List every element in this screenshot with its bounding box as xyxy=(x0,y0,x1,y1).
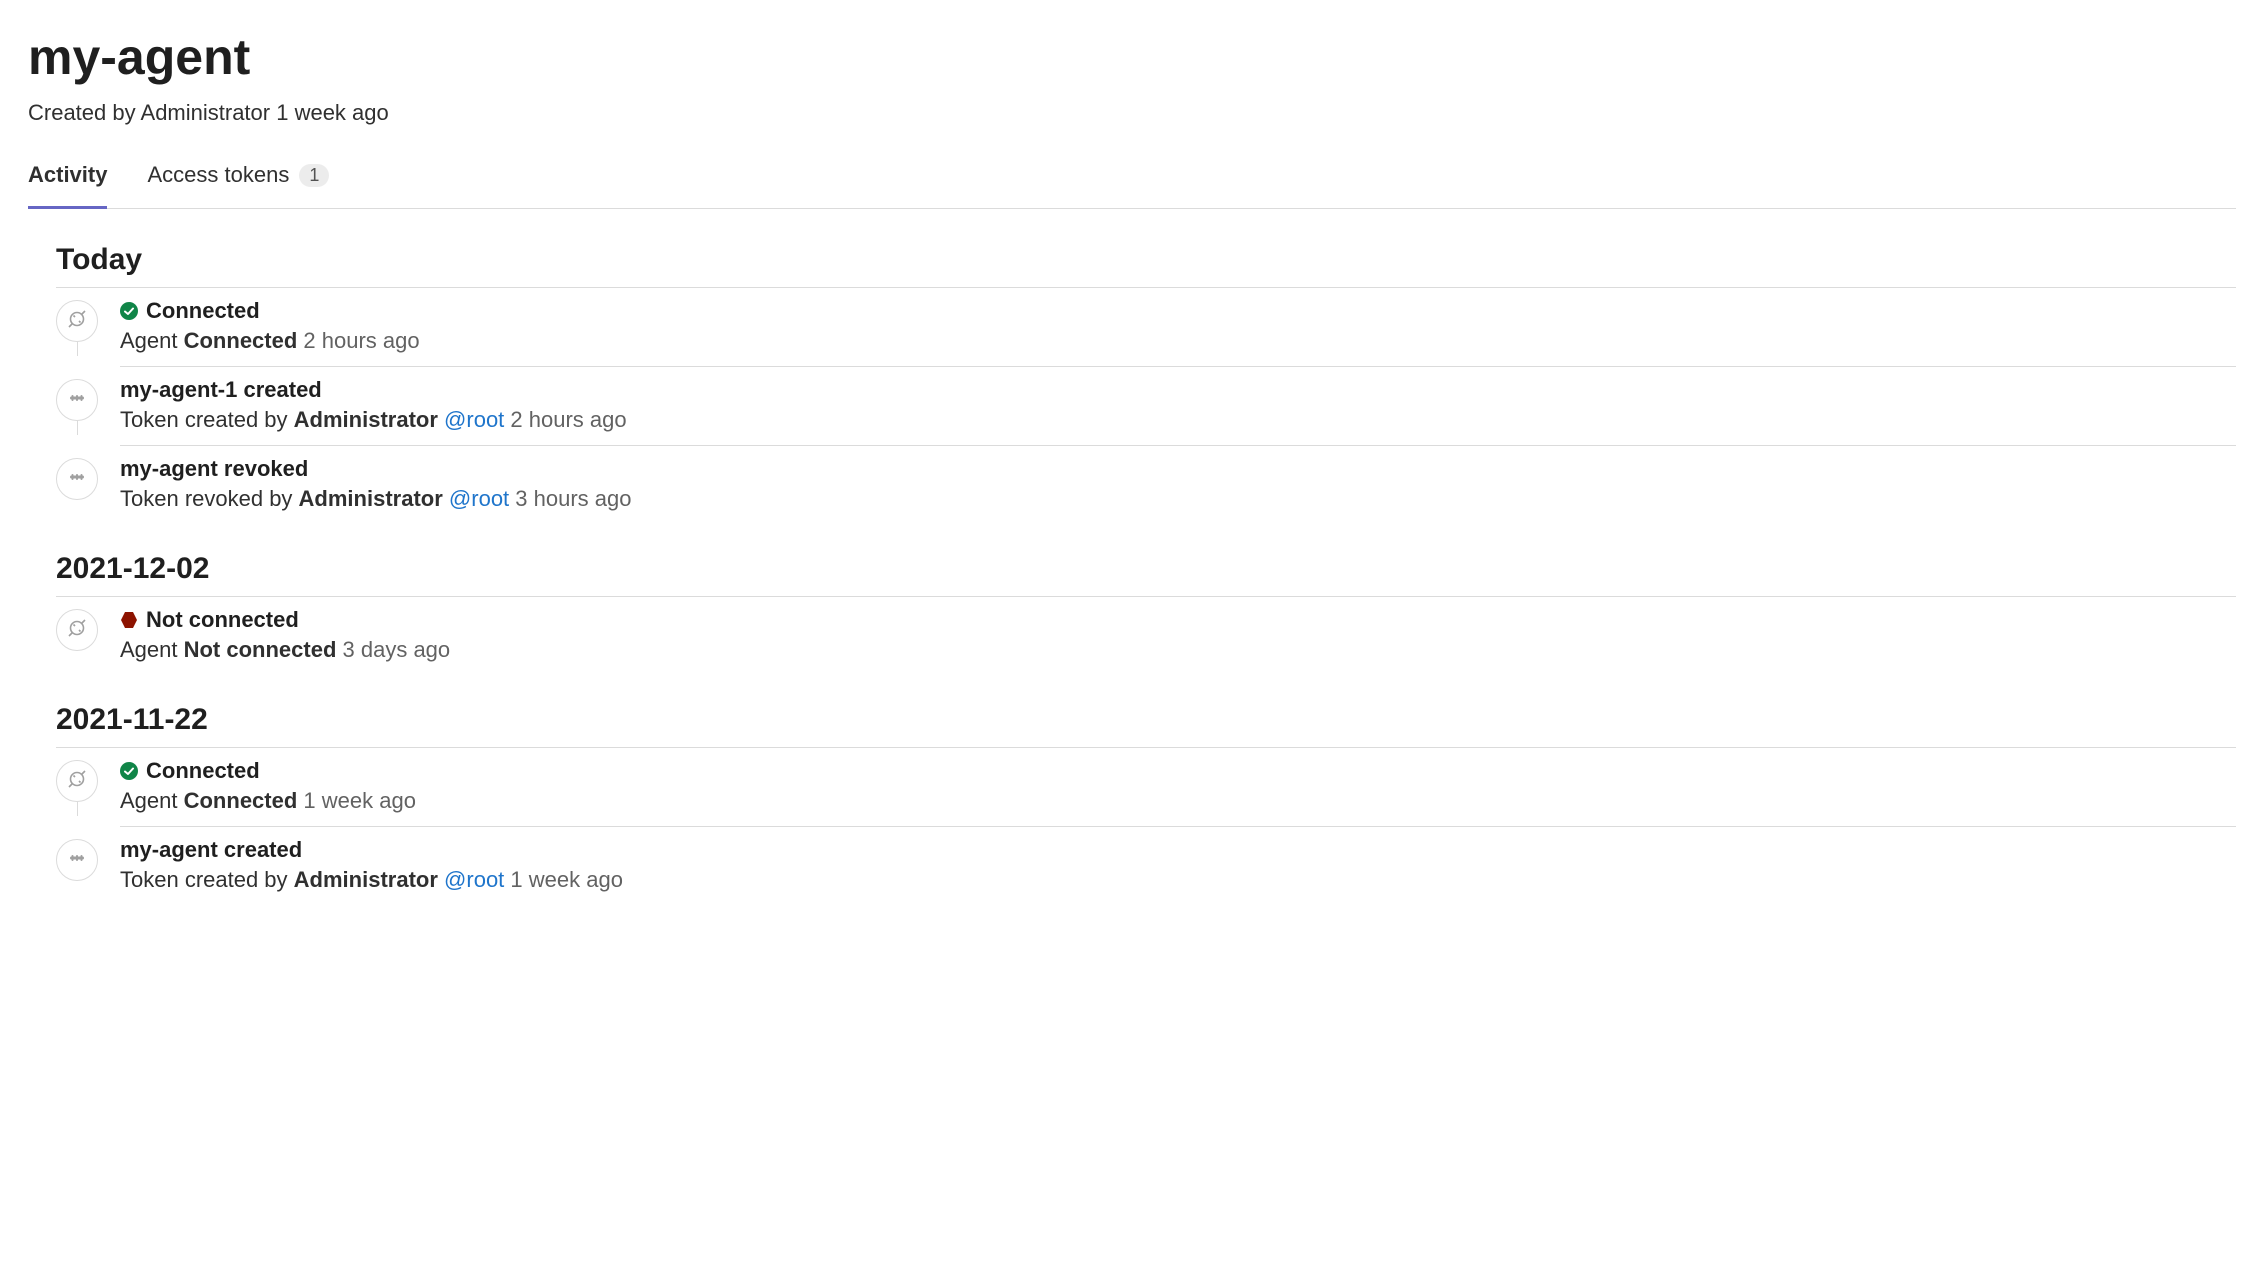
event-title: Connected xyxy=(120,758,2236,784)
tab-activity-label: Activity xyxy=(28,162,107,188)
event-description: Token created by Administrator @root 2 h… xyxy=(120,407,2236,433)
tabs: Activity Access tokens 1 xyxy=(28,162,2236,209)
event-user-link[interactable]: @root xyxy=(444,407,504,432)
status-bad-icon xyxy=(120,611,138,629)
event-row: my-agent revoked Token revoked by Adminis… xyxy=(56,446,2236,524)
event-row: ConnectedAgent Connected 1 week ago xyxy=(56,748,2236,827)
event-icon-wrap xyxy=(56,827,98,881)
event-title: my-agent-1 created xyxy=(120,377,2236,403)
event-title-text: my-agent created xyxy=(120,837,302,863)
event-desc-prefix: Token created by xyxy=(120,407,294,432)
event-icon-circle xyxy=(56,458,98,500)
event-time: 2 hours ago xyxy=(297,328,419,353)
status-ok-icon xyxy=(120,762,138,780)
event-desc-prefix: Agent xyxy=(120,788,184,813)
section-heading: Today xyxy=(56,243,2236,277)
event-title: Connected xyxy=(120,298,2236,324)
event-content: ConnectedAgent Connected 2 hours ago xyxy=(120,288,2236,367)
event-description: Token revoked by Administrator @root 3 h… xyxy=(120,486,2236,512)
event-icon-circle xyxy=(56,839,98,881)
event-icon-circle xyxy=(56,760,98,802)
subtitle-author: Administrator xyxy=(141,100,271,125)
event-connector xyxy=(77,802,78,816)
status-ok-icon xyxy=(120,302,138,320)
event-description: Token created by Administrator @root 1 w… xyxy=(120,867,2236,893)
event-desc-prefix: Token revoked by xyxy=(120,486,299,511)
event-content: ConnectedAgent Connected 1 week ago xyxy=(120,748,2236,827)
event-title-text: Connected xyxy=(146,758,260,784)
subtitle-time: 1 week ago xyxy=(270,100,389,125)
event-title-text: my-agent-1 created xyxy=(120,377,322,403)
event-connector xyxy=(77,342,78,356)
event-time: 1 week ago xyxy=(297,788,416,813)
event-list: ConnectedAgent Connected 2 hours agomy-a… xyxy=(56,288,2236,524)
event-desc-bold: Administrator xyxy=(294,407,438,432)
event-icon-wrap xyxy=(56,597,98,651)
event-content: my-agent revoked Token revoked by Adminis… xyxy=(120,446,2236,524)
access-tokens-count-badge: 1 xyxy=(299,164,329,187)
plug-icon xyxy=(67,309,87,334)
event-description: Agent Connected 2 hours ago xyxy=(120,328,2236,354)
tab-activity[interactable]: Activity xyxy=(28,162,107,209)
event-icon-wrap xyxy=(56,288,98,342)
event-time: 3 days ago xyxy=(336,637,450,662)
event-icon-wrap xyxy=(56,748,98,802)
event-icon-circle xyxy=(56,300,98,342)
section-heading: 2021-12-02 xyxy=(56,552,2236,586)
page-subtitle: Created by Administrator 1 week ago xyxy=(28,100,2236,126)
event-user-link[interactable]: @root xyxy=(444,867,504,892)
event-icon-circle xyxy=(56,609,98,651)
plug-icon xyxy=(67,769,87,794)
event-desc-prefix: Agent xyxy=(120,328,184,353)
subtitle-prefix: Created by xyxy=(28,100,141,125)
tab-access-tokens-label: Access tokens xyxy=(147,162,289,188)
event-desc-bold: Administrator xyxy=(294,867,438,892)
event-icon-wrap xyxy=(56,446,98,500)
event-title-text: Not connected xyxy=(146,607,299,633)
token-icon xyxy=(67,388,87,413)
event-desc-bold: Connected xyxy=(184,788,298,813)
event-content: Not connectedAgent Not connected 3 days … xyxy=(120,597,2236,675)
event-list: ConnectedAgent Connected 1 week agomy-ag… xyxy=(56,748,2236,905)
plug-icon xyxy=(67,618,87,643)
event-title-text: my-agent revoked xyxy=(120,456,308,482)
event-content: my-agent created Token created by Adminis… xyxy=(120,827,2236,905)
page-title: my-agent xyxy=(28,28,2236,86)
event-icon-circle xyxy=(56,379,98,421)
event-desc-prefix: Agent xyxy=(120,637,184,662)
token-icon xyxy=(67,848,87,873)
event-desc-prefix: Token created by xyxy=(120,867,294,892)
event-content: my-agent-1 created Token created by Admin… xyxy=(120,367,2236,446)
event-connector xyxy=(77,421,78,435)
event-title-text: Connected xyxy=(146,298,260,324)
event-title: Not connected xyxy=(120,607,2236,633)
event-list: Not connectedAgent Not connected 3 days … xyxy=(56,597,2236,675)
event-row: ConnectedAgent Connected 2 hours ago xyxy=(56,288,2236,367)
event-title: my-agent created xyxy=(120,837,2236,863)
event-description: Agent Connected 1 week ago xyxy=(120,788,2236,814)
event-row: my-agent-1 created Token created by Admin… xyxy=(56,367,2236,446)
event-description: Agent Not connected 3 days ago xyxy=(120,637,2236,663)
event-desc-bold: Not connected xyxy=(184,637,337,662)
event-time: 1 week ago xyxy=(504,867,623,892)
event-icon-wrap xyxy=(56,367,98,421)
event-desc-bold: Administrator xyxy=(299,486,443,511)
event-time: 3 hours ago xyxy=(509,486,631,511)
section-heading: 2021-11-22 xyxy=(56,703,2236,737)
tab-access-tokens[interactable]: Access tokens 1 xyxy=(147,162,329,209)
token-icon xyxy=(67,467,87,492)
event-row: my-agent created Token created by Adminis… xyxy=(56,827,2236,905)
activity-sections: TodayConnectedAgent Connected 2 hours ag… xyxy=(28,243,2236,905)
event-time: 2 hours ago xyxy=(504,407,626,432)
event-title: my-agent revoked xyxy=(120,456,2236,482)
event-user-link[interactable]: @root xyxy=(449,486,509,511)
event-row: Not connectedAgent Not connected 3 days … xyxy=(56,597,2236,675)
event-desc-bold: Connected xyxy=(184,328,298,353)
